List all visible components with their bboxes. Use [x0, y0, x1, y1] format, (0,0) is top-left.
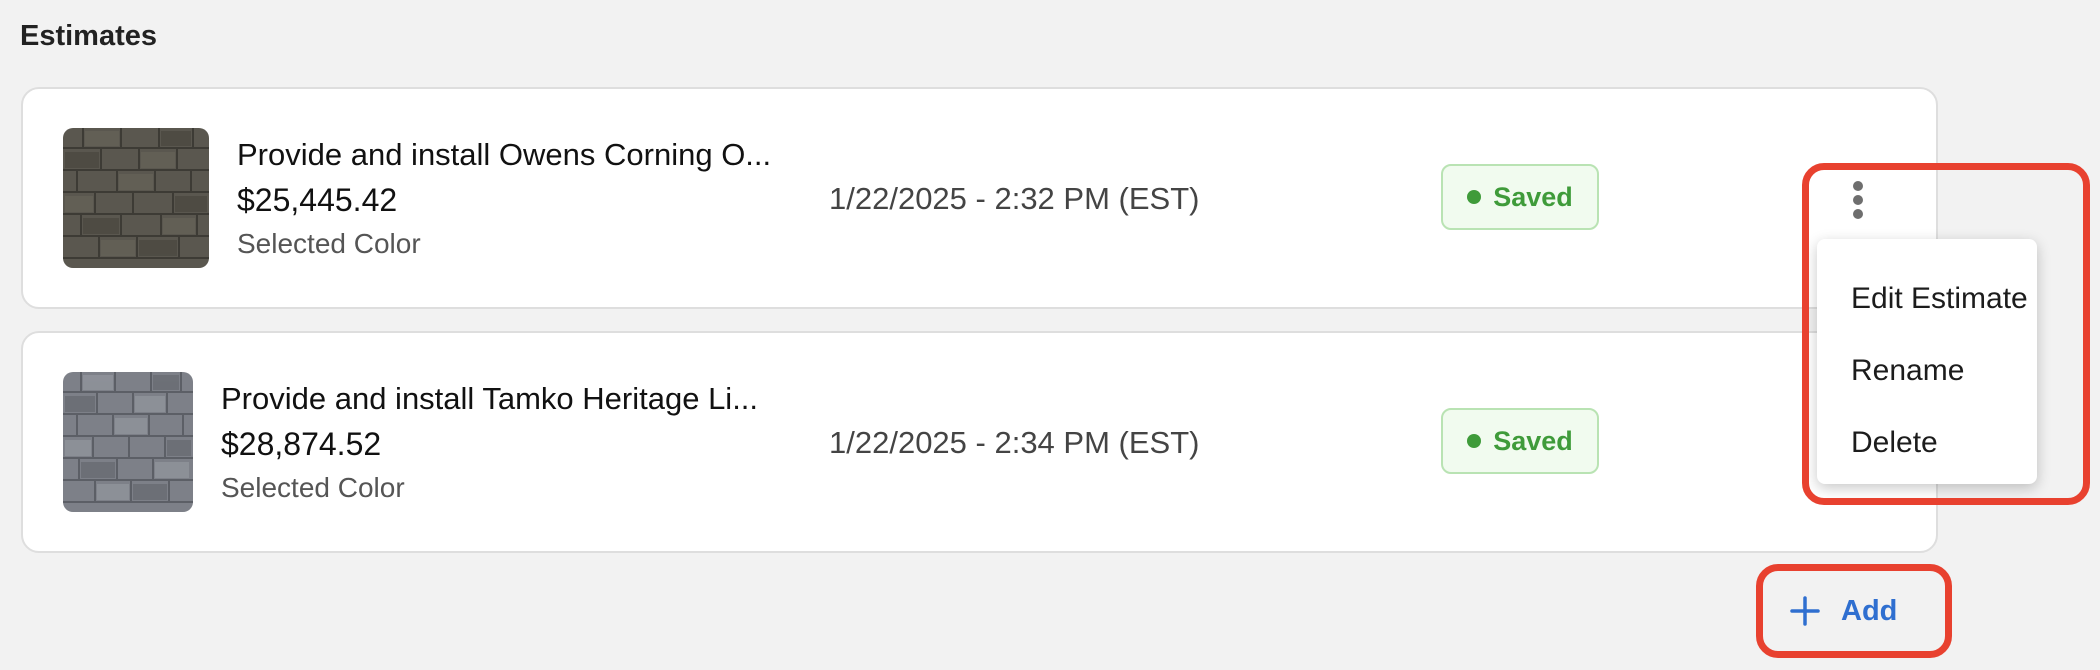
estimate-price: $28,874.52 — [221, 426, 382, 462]
kebab-icon — [1853, 181, 1863, 219]
status-dot-icon — [1467, 190, 1482, 204]
more-options-button[interactable] — [1836, 178, 1880, 222]
estimate-price: $25,445.42 — [237, 182, 398, 218]
estimate-title: Provide and install Owens Corning O... — [237, 137, 772, 172]
estimate-card[interactable]: Provide and install Owens Corning O... $… — [21, 87, 1938, 309]
add-estimate-button[interactable]: Add — [1773, 578, 1935, 644]
estimate-title: Provide and install Tamko Heritage Li... — [221, 381, 759, 416]
menu-item-delete[interactable]: Delete — [1817, 407, 2037, 479]
status-badge: Saved — [1441, 164, 1599, 230]
menu-item-edit-estimate[interactable]: Edit Estimate — [1817, 263, 2037, 335]
shingle-thumbnail — [63, 372, 193, 512]
status-label: Saved — [1493, 425, 1573, 456]
status-label: Saved — [1493, 181, 1573, 212]
status-badge: Saved — [1441, 408, 1599, 474]
selected-color-label: Selected Color — [221, 472, 405, 503]
estimate-card[interactable]: Provide and install Tamko Heritage Li...… — [21, 331, 1938, 553]
estimate-date: 1/22/2025 - 2:32 PM (EST) — [829, 181, 1200, 216]
plus-icon — [1790, 596, 1820, 626]
options-menu: Edit Estimate Rename Delete — [1817, 239, 2037, 484]
section-title: Estimates — [20, 20, 158, 52]
status-dot-icon — [1467, 434, 1482, 448]
menu-item-rename[interactable]: Rename — [1817, 335, 2037, 407]
add-button-label: Add — [1841, 594, 1898, 627]
selected-color-label: Selected Color — [237, 228, 421, 259]
shingle-thumbnail — [63, 128, 209, 268]
estimate-date: 1/22/2025 - 2:34 PM (EST) — [829, 425, 1200, 460]
